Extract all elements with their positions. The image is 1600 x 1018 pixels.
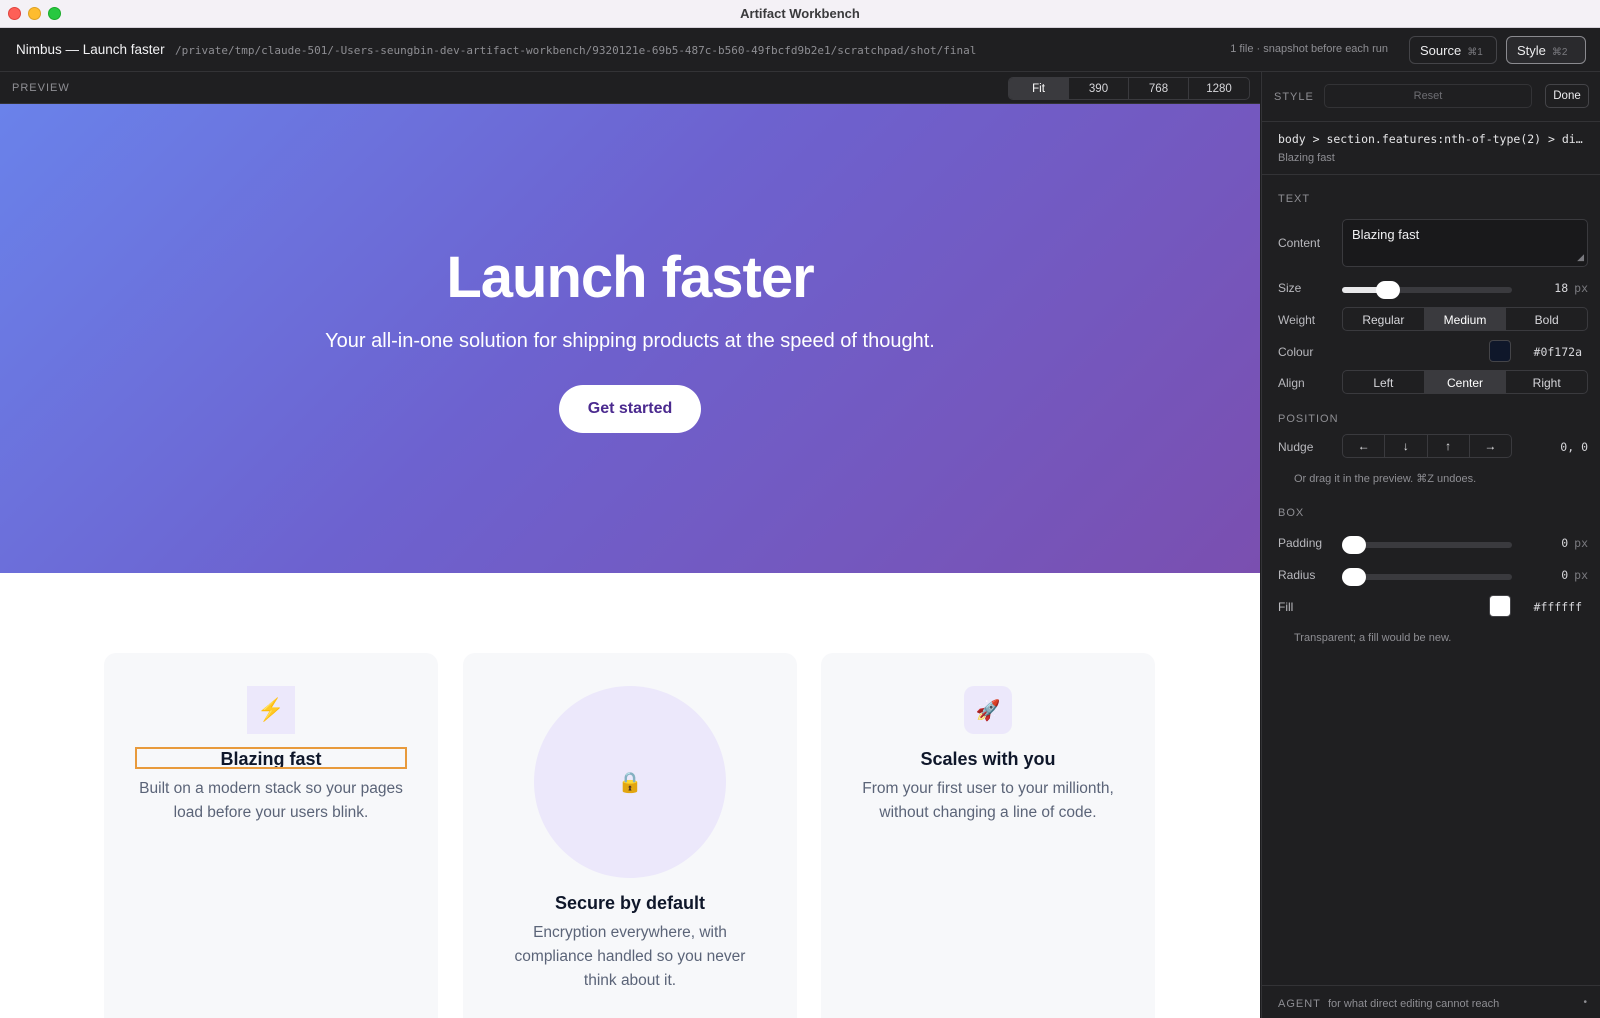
arrow-left-icon[interactable]: ← xyxy=(1343,435,1386,457)
padding-unit: px xyxy=(1574,536,1588,550)
align-center[interactable]: Center xyxy=(1424,371,1507,393)
viewport-1280[interactable]: 1280 xyxy=(1189,78,1249,99)
align-label: Align xyxy=(1278,376,1305,390)
content-label: Content xyxy=(1278,236,1321,250)
divider xyxy=(1262,174,1600,175)
selected-element-text: Blazing fast xyxy=(1278,152,1335,164)
style-button[interactable]: Style ⌘2 xyxy=(1506,36,1586,64)
run-info: 1 file · snapshot before each run xyxy=(1230,43,1388,55)
nudge-value: 0, 0 xyxy=(1560,440,1588,454)
preview-label: PREVIEW xyxy=(12,82,70,94)
radius-unit: px xyxy=(1574,568,1588,582)
fill-swatch[interactable] xyxy=(1489,595,1511,617)
nudge-hint: Or drag it in the preview. ⌘Z undoes. xyxy=(1294,473,1477,485)
selection-outline xyxy=(135,747,407,769)
style-panel: STYLE Reset Done body > section.features… xyxy=(1261,72,1600,1018)
size-unit: px xyxy=(1574,281,1588,295)
source-button[interactable]: Source ⌘1 xyxy=(1409,36,1497,64)
padding-label: Padding xyxy=(1278,536,1323,550)
lightning-icon[interactable]: ⚡ xyxy=(247,686,295,734)
lock-icon[interactable]: 🔒 xyxy=(534,686,726,878)
padding-number: 0 xyxy=(1561,536,1569,550)
feature-body-fast[interactable]: Built on a modern stack so your pages lo… xyxy=(124,777,418,825)
window-titlebar: Artifact Workbench xyxy=(0,0,1600,28)
viewport-fit[interactable]: Fit xyxy=(1009,78,1069,99)
resize-handle-icon[interactable]: ◢ xyxy=(1577,252,1584,263)
feature-card-scales[interactable]: 🚀 Scales with you From your first user t… xyxy=(821,653,1155,1018)
fill-value[interactable]: #ffffff xyxy=(1534,600,1582,614)
hero-subtitle[interactable]: Your all-in-one solution for shipping pr… xyxy=(0,330,1260,353)
agent-label: AGENT xyxy=(1278,998,1321,1010)
feature-card-fast[interactable]: ⚡ Blazing fast Built on a modern stack s… xyxy=(104,653,438,1018)
style-panel-header: STYLE Reset Done xyxy=(1262,72,1600,122)
selector-path: body > section.features:nth-of-type(2) >… xyxy=(1278,132,1588,146)
colour-swatch[interactable] xyxy=(1489,340,1511,362)
size-value: 18 px xyxy=(1554,281,1588,295)
hero-section[interactable]: Launch faster Your all-in-one solution f… xyxy=(0,104,1260,573)
arrow-right-icon[interactable]: → xyxy=(1470,435,1511,457)
source-button-label: Source xyxy=(1420,43,1462,58)
radius-number: 0 xyxy=(1561,568,1569,582)
agent-description: for what direct editing cannot reach xyxy=(1328,998,1500,1010)
nudge-controls: ← ↓ ↑ → xyxy=(1342,434,1512,458)
feature-title-scales[interactable]: Scales with you xyxy=(821,749,1155,770)
rocket-icon[interactable]: 🚀 xyxy=(964,686,1012,734)
style-panel-label: STYLE xyxy=(1274,91,1314,103)
content-textarea[interactable]: Blazing fast ◢ xyxy=(1342,219,1588,267)
weight-label: Weight xyxy=(1278,313,1316,327)
weight-medium[interactable]: Medium xyxy=(1424,308,1507,330)
project-title: Nimbus — Launch faster xyxy=(16,42,165,57)
position-section-heading: POSITION xyxy=(1278,413,1339,425)
colour-value[interactable]: #0f172a xyxy=(1534,345,1582,359)
fill-hint: Transparent; a fill would be new. xyxy=(1294,632,1452,644)
align-segmented-control: Left Center Right xyxy=(1342,370,1588,394)
align-right[interactable]: Right xyxy=(1506,371,1587,393)
hero-title[interactable]: Launch faster xyxy=(0,244,1260,311)
viewport-768[interactable]: 768 xyxy=(1129,78,1189,99)
viewport-390[interactable]: 390 xyxy=(1069,78,1129,99)
style-shortcut: ⌘2 xyxy=(1551,47,1568,58)
weight-segmented-control: Regular Medium Bold xyxy=(1342,307,1588,331)
agent-bar[interactable]: AGENT for what direct editing cannot rea… xyxy=(1262,985,1600,1018)
style-button-label: Style xyxy=(1517,43,1546,58)
size-slider[interactable] xyxy=(1342,281,1512,299)
feature-body-secure[interactable]: Encryption everywhere, with compliance h… xyxy=(499,921,761,993)
source-shortcut: ⌘1 xyxy=(1467,47,1483,58)
preview-toolbar: PREVIEW Fit 390 768 1280 xyxy=(0,72,1260,104)
radius-slider[interactable] xyxy=(1342,568,1512,586)
size-number: 18 xyxy=(1554,281,1569,295)
colour-label: Colour xyxy=(1278,345,1314,359)
size-slider-handle[interactable] xyxy=(1376,281,1400,299)
app-header: Nimbus — Launch faster /private/tmp/clau… xyxy=(0,28,1600,72)
weight-regular[interactable]: Regular xyxy=(1343,308,1425,330)
project-path: /private/tmp/claude-501/-Users-seungbin-… xyxy=(175,44,977,57)
radius-value: 0 px xyxy=(1561,568,1588,582)
arrow-up-icon[interactable]: ↑ xyxy=(1428,435,1470,457)
box-section-heading: BOX xyxy=(1278,507,1305,519)
reset-button[interactable]: Reset xyxy=(1324,84,1532,108)
window-title: Artifact Workbench xyxy=(740,6,860,21)
feature-title-secure[interactable]: Secure by default xyxy=(463,893,797,914)
radius-label: Radius xyxy=(1278,568,1316,582)
done-button[interactable]: Done xyxy=(1545,84,1589,108)
weight-bold[interactable]: Bold xyxy=(1506,308,1587,330)
fill-label: Fill xyxy=(1278,600,1294,614)
feature-card-secure[interactable]: 🔒 Secure by default Encryption everywher… xyxy=(463,653,797,1018)
align-left[interactable]: Left xyxy=(1343,371,1425,393)
agent-dot-icon: • xyxy=(1583,997,1587,1008)
padding-value: 0 px xyxy=(1561,536,1588,550)
feature-body-scales[interactable]: From your first user to your millionth, … xyxy=(841,777,1135,825)
get-started-button[interactable]: Get started xyxy=(559,385,701,433)
content-value: Blazing fast xyxy=(1352,227,1420,242)
text-section-heading: TEXT xyxy=(1278,193,1311,205)
viewport-switcher: Fit 390 768 1280 xyxy=(1008,77,1250,100)
radius-slider-handle[interactable] xyxy=(1342,568,1366,586)
preview-canvas[interactable]: Launch faster Your all-in-one solution f… xyxy=(0,104,1260,1018)
arrow-down-icon[interactable]: ↓ xyxy=(1385,435,1428,457)
nudge-label: Nudge xyxy=(1278,440,1314,454)
size-label: Size xyxy=(1278,281,1302,295)
padding-slider[interactable] xyxy=(1342,536,1512,554)
padding-slider-handle[interactable] xyxy=(1342,536,1366,554)
